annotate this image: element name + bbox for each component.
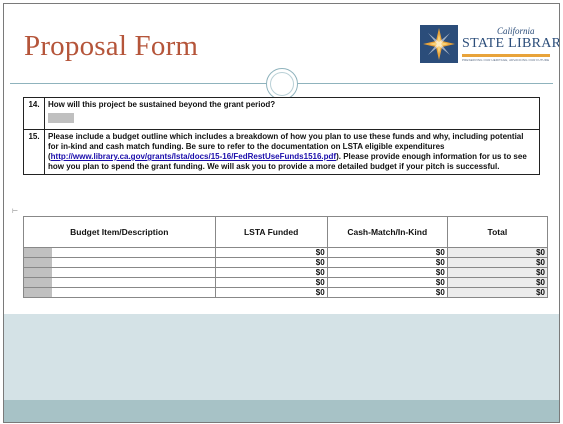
total-cell: $0 <box>446 247 549 258</box>
budget-item-input[interactable] <box>24 248 52 257</box>
divider-circle-ornament <box>266 68 298 100</box>
question-text: How will this project be sustained beyon… <box>48 100 276 109</box>
slide: Proposal Form California STATE LIBRARY P… <box>3 3 560 423</box>
budget-item-cell[interactable] <box>23 257 216 268</box>
question-row: 14. How will this project be sustained b… <box>23 97 540 130</box>
cash-match-cell[interactable]: $0 <box>326 257 448 268</box>
lsta-funded-cell[interactable]: $0 <box>214 277 328 288</box>
cash-match-cell[interactable]: $0 <box>326 247 448 258</box>
question-row: 15. Please include a budget outline whic… <box>23 129 540 175</box>
budget-item-input[interactable] <box>24 258 52 267</box>
logo-accent-bar <box>462 54 550 57</box>
left-margin-marker: ⊢ <box>12 208 19 215</box>
lsta-funded-cell[interactable]: $0 <box>214 247 328 258</box>
logo-tagline: PRESERVING OUR HERITAGE, ADVANCING OUR F… <box>462 58 550 62</box>
budget-table: Budget Item/Description LSTA Funded Cash… <box>23 216 549 298</box>
budget-item-cell[interactable] <box>23 267 216 278</box>
question-cell: How will this project be sustained beyon… <box>44 97 540 130</box>
logo-script-text: California <box>497 26 535 36</box>
cash-match-cell[interactable]: $0 <box>326 267 448 278</box>
budget-item-input[interactable] <box>24 288 52 297</box>
budget-header-lsta: LSTA Funded <box>214 216 328 248</box>
answer-input-field[interactable] <box>48 113 74 123</box>
lsta-funded-cell[interactable]: $0 <box>214 287 328 298</box>
budget-item-cell[interactable] <box>23 287 216 298</box>
questions-table: 14. How will this project be sustained b… <box>23 97 540 175</box>
slide-title: Proposal Form <box>24 30 199 62</box>
star-emblem-icon <box>420 25 458 63</box>
question-number: 15. <box>23 129 45 175</box>
logo-name: STATE LIBRARY <box>462 36 560 51</box>
budget-row: $0 $0 $0 <box>23 247 549 258</box>
budget-item-cell[interactable] <box>23 247 216 258</box>
lsta-expenditures-link[interactable]: http://www.library.ca.gov/grants/lsta/do… <box>51 152 336 161</box>
state-library-logo: California STATE LIBRARY PRESERVING OUR … <box>420 25 559 65</box>
budget-header-row: Budget Item/Description LSTA Funded Cash… <box>23 216 549 248</box>
divider-circle-inner <box>270 72 294 96</box>
budget-header-cashmatch: Cash-Match/In-Kind <box>326 216 448 248</box>
footer-band <box>4 400 559 422</box>
budget-item-input[interactable] <box>24 268 52 277</box>
cash-match-cell[interactable]: $0 <box>326 287 448 298</box>
budget-header-total: Total <box>446 216 549 248</box>
total-cell: $0 <box>446 277 549 288</box>
budget-item-cell[interactable] <box>23 277 216 288</box>
budget-row: $0 $0 $0 <box>23 257 549 268</box>
total-cell: $0 <box>446 267 549 278</box>
lsta-funded-cell[interactable]: $0 <box>214 267 328 278</box>
question-cell: Please include a budget outline which in… <box>44 129 540 175</box>
total-cell: $0 <box>446 287 549 298</box>
budget-row: $0 $0 $0 <box>23 287 549 298</box>
budget-item-input[interactable] <box>24 278 52 287</box>
lower-body-band <box>4 314 559 400</box>
total-cell: $0 <box>446 257 549 268</box>
lsta-funded-cell[interactable]: $0 <box>214 257 328 268</box>
budget-row: $0 $0 $0 <box>23 277 549 288</box>
budget-header-item: Budget Item/Description <box>23 216 216 248</box>
cash-match-cell[interactable]: $0 <box>326 277 448 288</box>
question-number: 14. <box>23 97 45 130</box>
budget-row: $0 $0 $0 <box>23 267 549 278</box>
